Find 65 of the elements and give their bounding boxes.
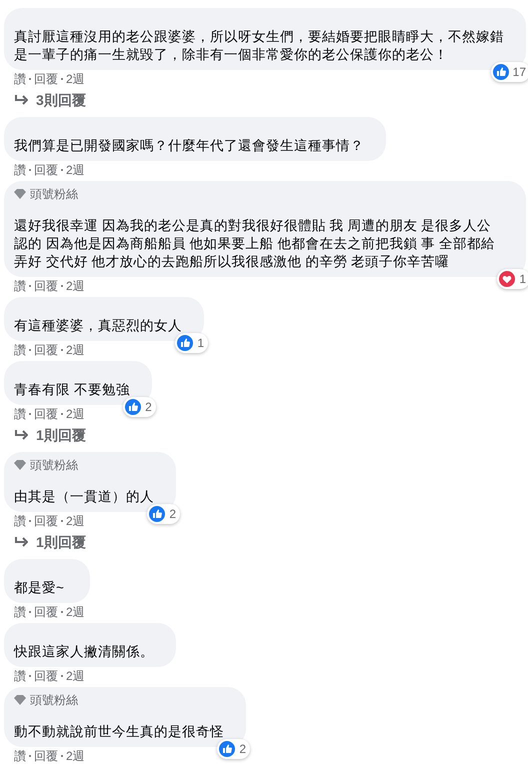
action-link[interactable]: 回覆 [34,668,58,684]
reply-arrow-icon [14,429,28,441]
diamond-icon [14,189,26,199]
thumbs-up-icon [125,399,142,415]
comment-text: 由其是（一貫道）的人 [14,488,154,506]
comment-text: 青春有限 不要勉強 [14,381,130,399]
timestamp: 2週 [66,71,85,87]
timestamp: 2週 [66,162,85,178]
action-link[interactable]: 讚 [14,342,26,358]
action-link[interactable]: 回覆 [34,278,58,294]
comment-text: 有這種婆婆，真惡烈的女人 [14,317,182,335]
fan-label: 頭號粉絲 [30,187,78,201]
action-link[interactable]: 讚 [14,406,26,422]
timestamp: 2週 [66,278,85,294]
reaction-count: 2 [169,507,176,521]
reaction-count: 1 [519,272,526,286]
action-link[interactable]: 回覆 [34,513,58,529]
action-link[interactable]: 讚 [14,604,26,620]
comment-text: 真討厭這種沒用的老公跟婆婆，所以呀女生們，要結婚要把眼睛睜大，不然嫁錯是一輩子的痛一生就毀了，除非有一個非常愛你的老公保護你的老公！ [14,28,504,64]
action-link[interactable]: 讚 [14,278,26,294]
action-link[interactable]: 回覆 [34,342,58,358]
replies-link[interactable]: 1則回覆 [4,425,86,445]
comment-text: 還好我很幸運 因為我的老公是真的對我很好很體貼 我 周遭的朋友 是很多人公認的 因為他是因為商船船員 他如果要上船 他都會在去之前把我鎖 事 全部都給弄好 交代好 他才放心的去跑船所以我很感激他 的辛勞 老頭子你辛苦囉 [14,217,496,271]
diamond-icon [14,695,26,705]
fan-label: 頭號粉絲 [30,693,78,707]
reaction-pill[interactable]: 2 [123,397,156,417]
comment-text: 我們算是已開發國家嗎？什麼年代了還會發生這種事情？ [14,137,364,155]
timestamp: 2週 [66,342,85,358]
action-link[interactable]: 讚 [14,513,26,529]
action-link[interactable]: 回覆 [34,748,58,764]
reaction-count: 17 [512,65,526,79]
timestamp: 2週 [66,748,85,764]
reply-arrow-icon [14,536,28,548]
reaction-pill[interactable]: 2 [217,739,250,759]
action-link[interactable]: 回覆 [34,162,58,178]
replies-link[interactable]: 1則回覆 [4,532,86,552]
replies-link[interactable]: 3則回覆 [4,90,86,110]
diamond-icon [14,460,26,470]
reaction-count: 2 [145,400,152,414]
reaction-pill[interactable]: 1 [497,269,528,289]
comment-text: 快跟這家人撇清關係。 [14,643,154,661]
timestamp: 2週 [66,668,85,684]
thumbs-up-icon [177,335,194,351]
reaction-pill[interactable]: 17 [490,62,528,82]
action-link[interactable]: 回覆 [34,604,58,620]
timestamp: 2週 [66,513,85,529]
thumbs-up-icon [219,741,236,757]
comment-text: 都是愛~ [14,579,65,597]
action-link[interactable]: 讚 [14,162,26,178]
reaction-pill[interactable]: 2 [147,504,180,524]
comment-text: 動不動就說前世今生真的是很奇怪 [14,723,224,741]
fan-label: 頭號粉絲 [30,458,78,472]
thumbs-up-icon [149,506,166,522]
reaction-count: 1 [197,336,204,350]
action-link[interactable]: 讚 [14,748,26,764]
reaction-pill[interactable]: 1 [175,333,208,353]
action-link[interactable]: 回覆 [34,406,58,422]
action-link[interactable]: 讚 [14,71,26,87]
thumbs-up-icon [492,64,509,80]
reply-arrow-icon [14,94,28,106]
action-link[interactable]: 回覆 [34,71,58,87]
reaction-count: 2 [239,742,246,756]
action-link[interactable]: 讚 [14,668,26,684]
timestamp: 2週 [66,406,85,422]
timestamp: 2週 [66,604,85,620]
